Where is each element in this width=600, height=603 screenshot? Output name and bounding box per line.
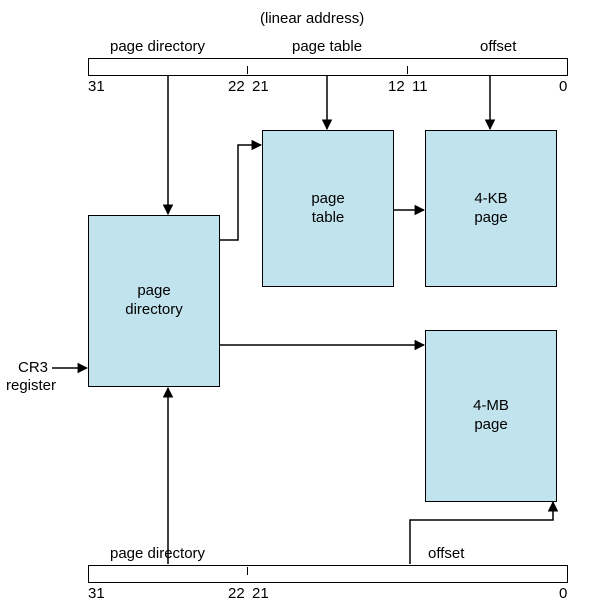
arrow-pde-to-pt <box>220 145 261 240</box>
paging-diagram: (linear address) page directory page tab… <box>0 0 600 603</box>
arrows-layer <box>0 0 600 603</box>
arrow-bottom-offset-to-4mb <box>410 502 553 564</box>
